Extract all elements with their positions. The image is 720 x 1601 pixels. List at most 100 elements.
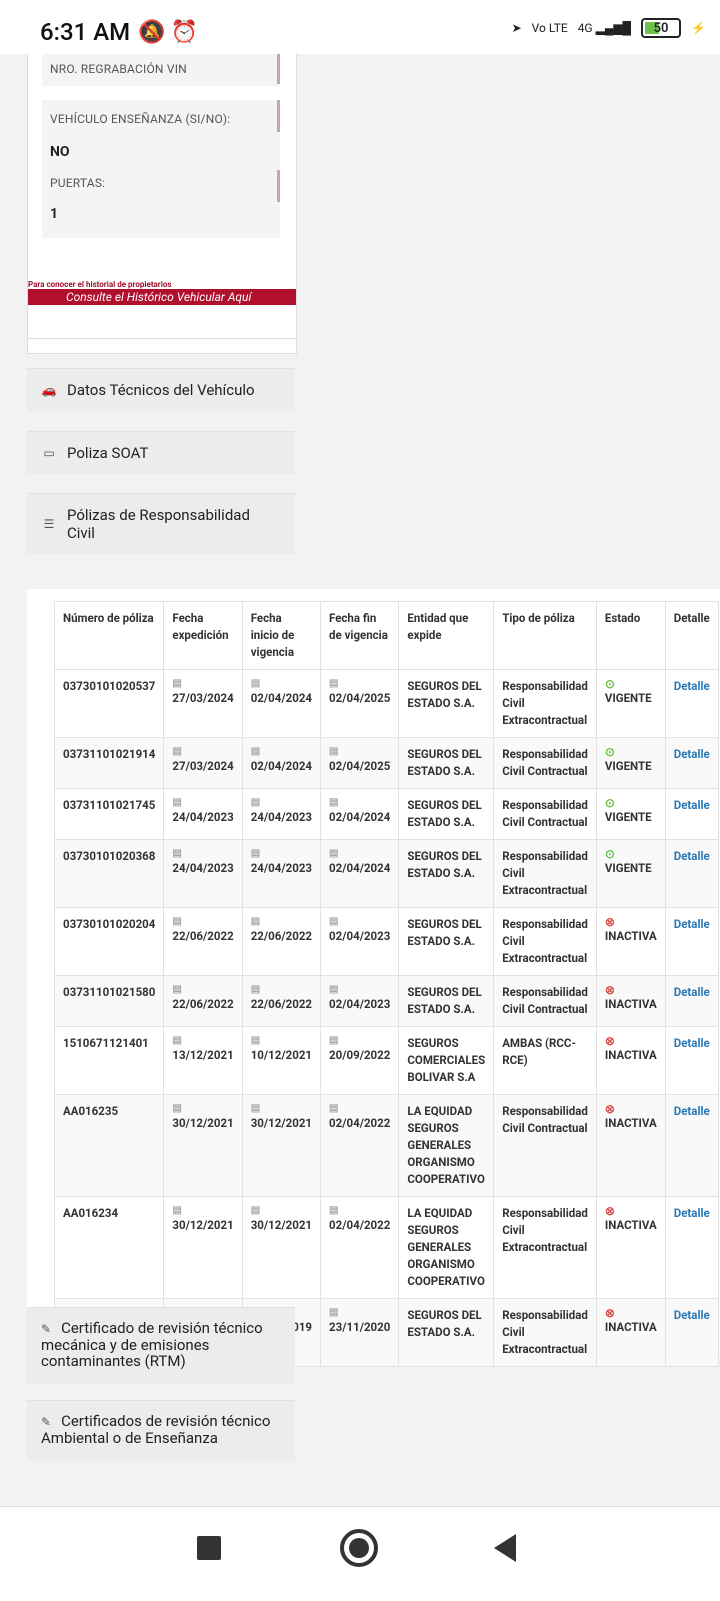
cell-detalle[interactable]: Detalle xyxy=(664,975,719,1027)
cell-detalle[interactable]: Detalle xyxy=(664,907,719,976)
location-icon: ➤ xyxy=(511,21,522,35)
battery-level: 50 xyxy=(653,20,669,36)
cell-entidad: SEGUROS DEL ESTADO S.A. xyxy=(398,907,495,976)
detalle-link[interactable]: Detalle xyxy=(674,1308,710,1322)
col-detalle: Detalle xyxy=(664,601,719,670)
section-polizas-rc[interactable]: ☰ Pólizas de Responsabilidad Civil xyxy=(27,493,295,554)
calendar-icon: ▤ xyxy=(329,848,339,859)
cell-tipo: Responsabilidad Civil Contractual xyxy=(493,788,597,840)
col-fin: Fecha fin de vigencia xyxy=(320,601,400,670)
x-circle-icon: ⊗ xyxy=(604,1306,615,1320)
cell-numero: 03730101020204 xyxy=(53,907,165,976)
detalle-link[interactable]: Detalle xyxy=(674,985,710,999)
cell-detalle[interactable]: Detalle xyxy=(664,1026,719,1095)
cell-entidad: SEGUROS DEL ESTADO S.A. xyxy=(398,839,495,908)
detalle-link[interactable]: Detalle xyxy=(674,917,710,931)
status-right: ➤ Vo LTE 4G ▂▄▆█ 50 ⚡ xyxy=(512,18,706,38)
cell-fin: ▤ 02/04/2023 xyxy=(320,907,400,976)
cell-numero: 03731101021914 xyxy=(53,737,165,789)
cell-tipo: Responsabilidad Civil Contractual xyxy=(493,737,597,789)
calendar-icon: ▤ xyxy=(329,916,339,927)
x-circle-icon: ⊗ xyxy=(604,983,615,997)
section-poliza-soat[interactable]: ▭ Poliza SOAT xyxy=(27,431,295,474)
x-circle-icon: ⊗ xyxy=(604,1102,615,1116)
cell-inicio: ▤ 24/04/2023 xyxy=(241,839,322,908)
col-inicio: Fecha inicio de vigencia xyxy=(241,601,322,670)
check-circle-icon: ⊙ xyxy=(604,847,615,861)
car-icon: 🚗 xyxy=(41,383,57,397)
cell-detalle[interactable]: Detalle xyxy=(664,1196,719,1299)
calendar-icon: ▤ xyxy=(250,1103,261,1114)
home-button[interactable] xyxy=(340,1529,378,1567)
cell-expedicion: ▤ 24/04/2023 xyxy=(163,788,243,840)
historico-banner[interactable]: Consulte el Histórico Vehicular Aquí xyxy=(28,289,296,305)
cell-numero: 03730101020537 xyxy=(53,669,165,738)
detalle-link[interactable]: Detalle xyxy=(674,1104,710,1118)
table-row: AA016235 ▤ 30/12/2021 ▤ 30/12/2021 ▤ 02/04/202… xyxy=(53,1094,719,1197)
cell-estado: ⊙ VIGENTE xyxy=(595,788,666,840)
cell-estado: ⊗ INACTIVA xyxy=(595,907,666,976)
cell-detalle[interactable]: Detalle xyxy=(664,1298,719,1367)
section-ambiental[interactable]: ✎ Certificados de revisión técnico Ambien… xyxy=(27,1400,295,1461)
back-button[interactable] xyxy=(494,1534,516,1562)
system-nav-bar xyxy=(0,1506,720,1601)
check-circle-icon: ⊙ xyxy=(604,796,615,810)
list-icon: ☰ xyxy=(43,517,55,531)
cell-fin: ▤ 02/04/2022 xyxy=(320,1094,400,1197)
cell-expedicion: ▤ 27/03/2024 xyxy=(163,737,243,789)
cell-expedicion: ▤ 24/04/2023 xyxy=(163,839,243,908)
section-rtm-label: Certificado de revisión técnico mecánica… xyxy=(41,1319,263,1370)
cell-entidad: SEGUROS COMERCIALES BOLIVAR S.A xyxy=(398,1026,495,1095)
cell-fin: ▤ 23/11/2020 xyxy=(320,1298,400,1367)
cell-detalle[interactable]: Detalle xyxy=(664,737,719,789)
calendar-icon: ▤ xyxy=(329,1307,339,1318)
calendar-icon: ▤ xyxy=(172,746,182,757)
recents-button[interactable] xyxy=(197,1536,221,1560)
calendar-icon: ▤ xyxy=(329,1035,339,1046)
detalle-link[interactable]: Detalle xyxy=(674,1036,710,1050)
calendar-icon: ▤ xyxy=(172,984,182,995)
col-expedicion: Fecha expedición xyxy=(163,601,243,670)
calendar-icon: ▤ xyxy=(250,1205,261,1216)
calendar-icon: ▤ xyxy=(329,1205,339,1216)
cell-detalle[interactable]: Detalle xyxy=(664,788,719,840)
historico-vehicular-link[interactable]: Para conocer el historial de propietario… xyxy=(28,280,296,306)
cell-entidad: SEGUROS DEL ESTADO S.A. xyxy=(398,975,495,1027)
cell-inicio: ▤ 02/04/2024 xyxy=(241,669,322,738)
table-row: 03731101021580 ▤ 22/06/2022 ▤ 22/06/2022 ▤ 02/… xyxy=(53,975,719,1027)
cell-fin: ▤ 02/04/2023 xyxy=(320,975,400,1027)
cell-entidad: LA EQUIDAD SEGUROS GENERALES ORGANISMO C… xyxy=(398,1196,495,1299)
calendar-icon: ▤ xyxy=(329,797,339,808)
cell-fin: ▤ 02/04/2024 xyxy=(320,788,400,840)
battery-icon: 50 xyxy=(641,18,682,38)
polizas-table-wrap: Número de póliza Fecha expedición Fecha … xyxy=(27,589,720,1367)
cell-detalle[interactable]: Detalle xyxy=(664,839,719,908)
calendar-icon: ▤ xyxy=(329,984,339,995)
section-datos-tecnicos-label: Datos Técnicos del Vehículo xyxy=(67,381,255,399)
volte-label: Vo LTE xyxy=(531,21,568,35)
x-circle-icon: ⊗ xyxy=(604,1204,615,1218)
ensenanza-label: VEHÍCULO ENSEÑANZA (SI/NO): xyxy=(50,112,231,126)
leaf-icon: ✎ xyxy=(41,1322,52,1336)
detalle-link[interactable]: Detalle xyxy=(674,798,710,812)
calendar-icon: ▤ xyxy=(329,746,339,757)
calendar-icon: ▤ xyxy=(329,678,339,689)
cell-numero: 03730101020368 xyxy=(53,839,165,908)
section-datos-tecnicos[interactable]: 🚗 Datos Técnicos del Vehículo xyxy=(27,368,295,411)
cell-fin: ▤ 02/04/2024 xyxy=(320,839,400,908)
detalle-link[interactable]: Detalle xyxy=(674,747,710,761)
table-row: 1510671121401 ▤ 13/12/2021 ▤ 10/12/2021 ▤ 20/0… xyxy=(53,1026,719,1095)
detalle-link[interactable]: Detalle xyxy=(674,1206,710,1220)
detalle-link[interactable]: Detalle xyxy=(674,849,710,863)
cell-detalle[interactable]: Detalle xyxy=(664,669,719,738)
calendar-icon: ▤ xyxy=(250,678,261,689)
cell-expedicion: ▤ 30/12/2021 xyxy=(163,1094,243,1197)
table-row: 03731101021914 ▤ 27/03/2024 ▤ 02/04/2024 ▤ 02/… xyxy=(53,737,719,789)
section-rtm[interactable]: ✎ Certificado de revisión técnico mecánic… xyxy=(27,1307,295,1384)
calendar-icon: ▤ xyxy=(172,797,182,808)
detalle-link[interactable]: Detalle xyxy=(674,679,710,693)
section-poliza-soat-label: Poliza SOAT xyxy=(67,444,149,462)
cell-tipo: Responsabilidad Civil Extracontractual xyxy=(493,669,597,738)
cell-detalle[interactable]: Detalle xyxy=(664,1094,719,1197)
puertas-value: 1 xyxy=(50,206,59,222)
